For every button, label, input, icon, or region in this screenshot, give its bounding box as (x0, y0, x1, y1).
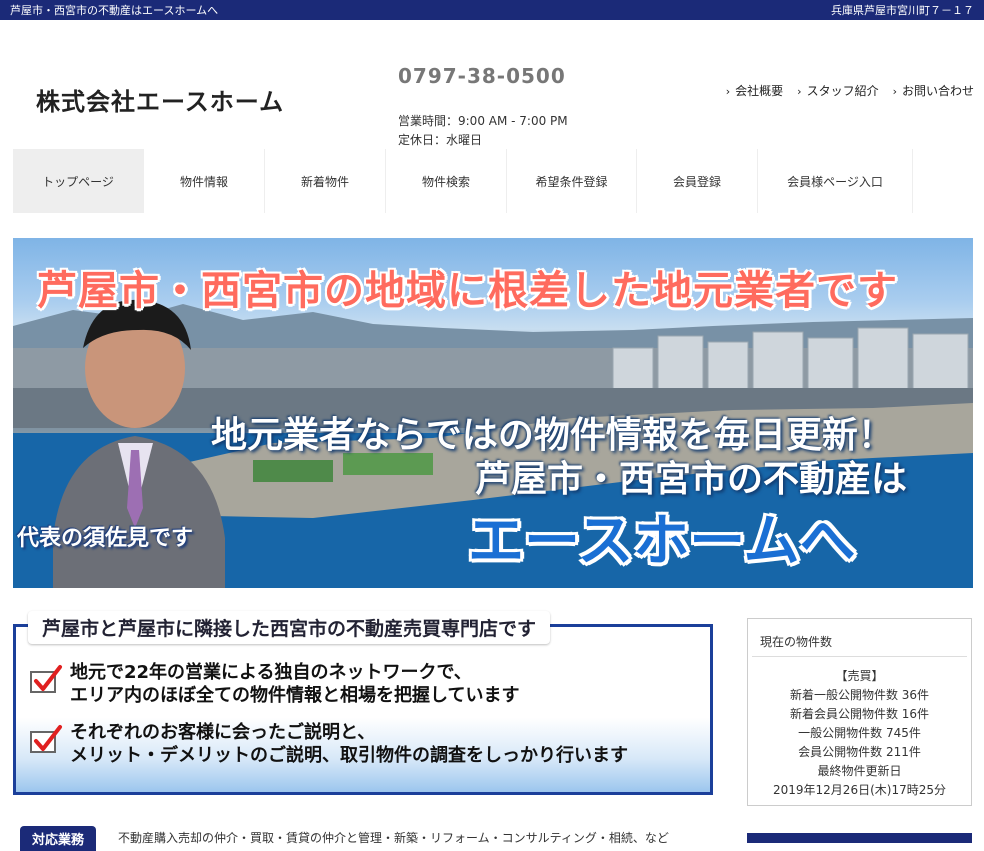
hero-caption: 代表の須佐見です (17, 526, 194, 551)
hours-text: 営業時間：9:00 AM - 7:00 PM (398, 114, 568, 128)
holiday-text: 定休日：水曜日 (398, 133, 483, 147)
property-count-widget: 現在の物件数 【売買】 新着一般公開物件数 36件 新着会員公開物件数 16件 … (747, 618, 972, 806)
hero-line3: 芦屋市・西宮市の不動産は (475, 459, 908, 500)
business-hours: 営業時間：9:00 AM - 7:00 PM 定休日：水曜日 (398, 112, 568, 150)
nav-item-member-page[interactable]: 会員様ページ入口 (758, 149, 913, 213)
hero-banner[interactable]: 芦屋市・西宮市の地域に根差した地元業者です 地元業者ならではの物件情報を毎日更新… (13, 238, 973, 588)
count-line: 一般公開物件数 745件 (798, 726, 921, 740)
main-nav: トップページ 物件情報 新着物件 物件検索 希望条件登録 会員登録 会員様ページ… (13, 149, 913, 213)
top-bar-tagline: 芦屋市・西宮市の不動産はエースホームへ (10, 4, 219, 17)
link-company-overview[interactable]: › 会社概要 (726, 82, 783, 99)
link-staff[interactable]: › スタッフ紹介 (797, 82, 878, 99)
nav-item-search[interactable]: 物件検索 (386, 149, 507, 213)
site-logo[interactable]: 株式会社エースホーム (36, 82, 284, 117)
nav-item-new[interactable]: 新着物件 (265, 149, 386, 213)
header: 株式会社エースホーム 0797-38-0500 営業時間：9:00 AM - 7… (0, 20, 984, 148)
widget-title: 現在の物件数 (752, 619, 967, 657)
services-badge: 対応業務 (20, 826, 97, 851)
feature-point-text: それぞれのお客様に会ったご説明と、 メリット・デメリットのご説明、取引物件の調査… (70, 721, 628, 767)
feature-point-line: それぞれのお客様に会ったご説明と、 (70, 722, 376, 743)
link-contact[interactable]: › お問い合わせ (893, 82, 974, 99)
services-text: 不動産購入売却の仲介・買取・賃貸の仲介と管理・新築・リフォーム・コンサルティング… (118, 831, 669, 845)
hero-headline: 芦屋市・西宮市の地域に根差した地元業者です (37, 268, 898, 314)
feature-point-line: メリット・デメリットのご説明、取引物件の調査をしっかり行います (70, 745, 628, 766)
nav-item-member-register[interactable]: 会員登録 (637, 149, 758, 213)
feature-point: 地元で22年の営業による独自のネットワークで、 エリア内のほぼ全ての物件情報と相… (30, 661, 519, 707)
property-count-list: 【売買】 新着一般公開物件数 36件 新着会員公開物件数 16件 一般公開物件数… (748, 657, 971, 800)
count-line: 新着一般公開物件数 36件 (789, 688, 930, 702)
top-bar-address: 兵庫県芦屋市宮川町７－１７ (831, 4, 974, 17)
top-bar: 芦屋市・西宮市の不動産はエースホームへ 兵庫県芦屋市宮川町７－１７ (0, 0, 984, 20)
nav-item-wish-register[interactable]: 希望条件登録 (507, 149, 637, 213)
chevron-right-icon: › (892, 85, 897, 98)
hero-brand: エースホームへ (468, 509, 856, 574)
feature-title: 芦屋市と芦屋市に隣接した西宮市の不動産売買専門店です (28, 611, 551, 644)
chevron-right-icon: › (725, 85, 731, 98)
link-label: スタッフ紹介 (806, 84, 879, 98)
link-label: お問い合わせ (901, 84, 974, 98)
count-line: 会員公開物件数 211件 (798, 745, 921, 759)
feature-point-text: 地元で22年の営業による独自のネットワークで、 エリア内のほぼ全ての物件情報と相… (70, 661, 519, 707)
header-links: › 会社概要 › スタッフ紹介 › お問い合わせ (726, 82, 974, 99)
feature-point-line: 地元で22年の営業による独自のネットワークで、 (70, 662, 472, 683)
phone-number[interactable]: 0797-38-0500 (398, 64, 566, 88)
nav-item-properties[interactable]: 物件情報 (144, 149, 265, 213)
count-line: 最終物件更新日 (817, 764, 902, 778)
chevron-right-icon: › (797, 85, 802, 98)
checkmark-icon (30, 725, 62, 753)
count-line: 【売買】 (835, 669, 884, 683)
feature-box: 芦屋市と芦屋市に隣接した西宮市の不動産売買専門店です 地元で22年の営業による独… (13, 611, 713, 795)
nav-item-top[interactable]: トップページ (13, 149, 144, 213)
count-line: 2019年12月26日(木)17時25分 (773, 783, 946, 797)
link-label: 会社概要 (735, 84, 784, 98)
feature-point-line: エリア内のほぼ全ての物件情報と相場を把握しています (70, 685, 520, 706)
checkmark-icon (30, 665, 62, 693)
count-line: 新着会員公開物件数 16件 (789, 707, 930, 721)
sidebar-next-widget (747, 833, 972, 843)
feature-point: それぞれのお客様に会ったご説明と、 メリット・デメリットのご説明、取引物件の調査… (30, 721, 628, 767)
